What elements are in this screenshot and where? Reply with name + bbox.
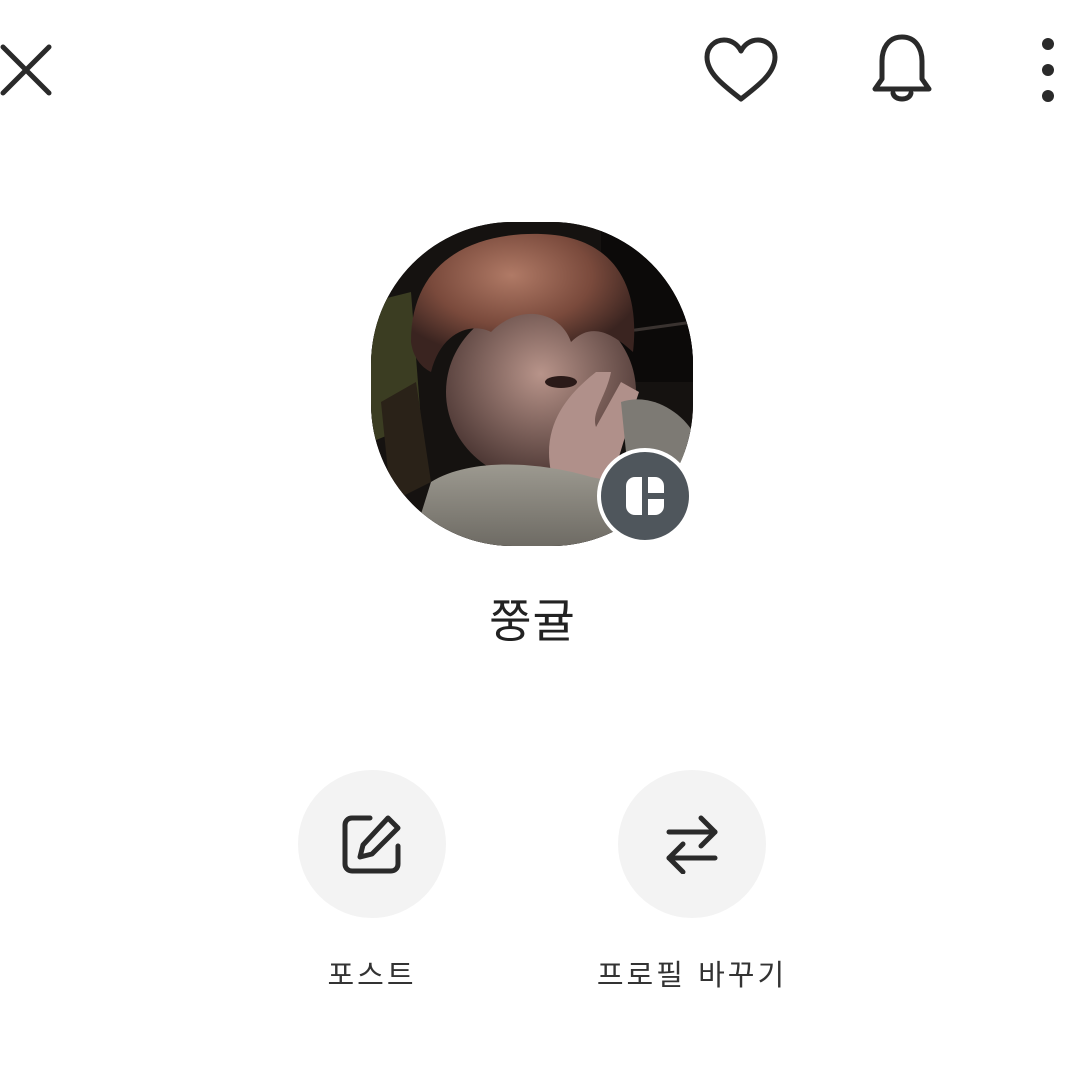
- profile-badge[interactable]: [597, 448, 693, 544]
- layout-icon: [626, 477, 664, 515]
- heart-icon: [704, 37, 778, 102]
- post-label: 포스트: [327, 958, 417, 992]
- post-action[interactable]: 포스트: [298, 770, 446, 994]
- notification-button[interactable]: [866, 30, 938, 110]
- bell-icon: [872, 34, 932, 102]
- like-button[interactable]: [700, 34, 782, 106]
- change-profile-label: 프로필 바꾸기: [596, 958, 788, 992]
- more-vertical-icon: [1041, 38, 1054, 102]
- post-button[interactable]: [298, 770, 446, 918]
- more-button[interactable]: [1030, 34, 1065, 106]
- profile-name: 쭝귤: [489, 594, 576, 648]
- change-profile-action[interactable]: 프로필 바꾸기: [597, 770, 784, 994]
- close-button[interactable]: [0, 34, 58, 106]
- profile-avatar-container[interactable]: [371, 222, 693, 546]
- close-icon: [0, 44, 52, 96]
- swap-icon: [666, 815, 718, 874]
- change-profile-button[interactable]: [618, 770, 766, 918]
- edit-icon: [342, 815, 401, 874]
